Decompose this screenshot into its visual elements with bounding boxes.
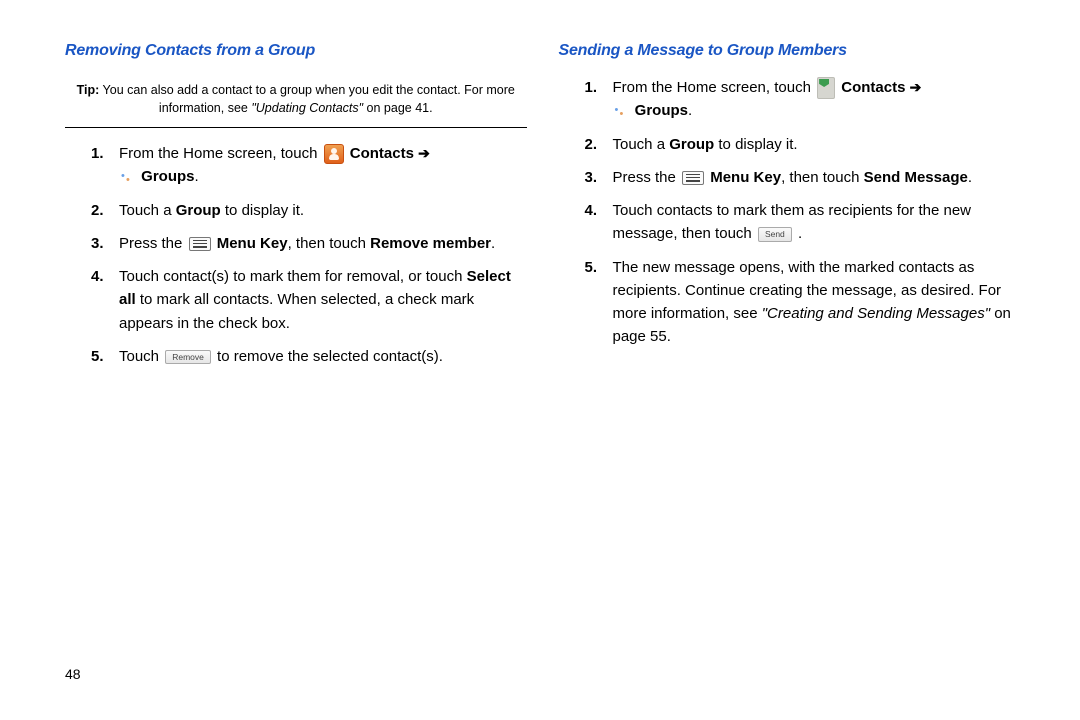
step-text: From the Home screen, touch [119,145,322,162]
menu-key-icon [189,237,211,251]
send-message-label: Send Message [864,169,968,186]
menu-key-icon [682,171,704,185]
step-5: The new message opens, with the marked c… [613,256,1021,349]
arrow-icon: ➔ [418,145,430,161]
groups-label: Groups [141,168,194,185]
section-heading-sending: Sending a Message to Group Members [559,42,1021,60]
contacts-app-icon [324,144,344,164]
step-2: Touch a Group to display it. [119,199,527,222]
section-heading-removing: Removing Contacts from a Group [65,42,527,60]
left-column: Removing Contacts from a Group Tip: You … [65,42,527,378]
tip-reference: "Updating Contacts" [251,101,363,115]
steps-sending: From the Home screen, touch Contacts ➔ G… [559,76,1021,349]
step-3: Press the Menu Key, then touch Send Mess… [613,166,1021,189]
step-text: Press the [613,169,681,186]
tip-box: Tip: You can also add a contact to a gro… [65,76,527,128]
menu-key-label: Menu Key [710,169,781,186]
remove-button-icon: Remove [165,350,211,365]
step-text: Touch a [119,202,176,219]
manual-page: Removing Contacts from a Group Tip: You … [0,0,1080,418]
step-4: Touch contact(s) to mark them for remova… [119,265,527,335]
cross-reference: "Creating and Sending Messages" [762,305,990,322]
steps-removing: From the Home screen, touch Contacts ➔ G… [65,142,527,368]
step-text: to display it. [221,202,304,219]
step-text: . [798,225,802,242]
send-button-icon: Send [758,227,792,242]
step-1: From the Home screen, touch Contacts ➔ G… [613,76,1021,123]
step-tail: . [688,102,692,119]
groups-icon [121,170,135,184]
right-column: Sending a Message to Group Members From … [559,42,1021,378]
menu-key-label: Menu Key [217,235,288,252]
step-1: From the Home screen, touch Contacts ➔ G… [119,142,527,189]
step-text: Touch a [613,136,670,153]
step-3: Press the Menu Key, then touch Remove me… [119,232,527,255]
step-tail: . [195,168,199,185]
step-text: , then touch [288,235,371,252]
step-2: Touch a Group to display it. [613,133,1021,156]
step-text: , then touch [781,169,864,186]
step-tail: . [491,235,495,252]
arrow-icon: ➔ [910,79,922,95]
page-number: 48 [65,666,81,682]
step-text: Touch contact(s) to mark them for remova… [119,268,467,285]
groups-label: Groups [635,102,688,119]
step-text: From the Home screen, touch [613,79,816,96]
step-text: to display it. [714,136,797,153]
step-text: Touch [119,348,163,365]
contacts-label: Contacts [350,145,414,162]
remove-member-label: Remove member [370,235,491,252]
step-5: Touch Remove to remove the selected cont… [119,345,527,368]
group-label: Group [669,136,714,153]
step-text: to mark all contacts. When selected, a c… [119,291,474,331]
step-tail: . [968,169,972,186]
contacts-label: Contacts [841,79,905,96]
step-text: to remove the selected contact(s). [217,348,443,365]
groups-icon [615,104,629,118]
tip-label: Tip: [77,83,100,97]
step-4: Touch contacts to mark them as recipient… [613,199,1021,246]
step-text: Press the [119,235,187,252]
tip-tail: on page 41. [363,101,433,115]
group-label: Group [176,202,221,219]
contacts-app-icon [817,77,835,99]
